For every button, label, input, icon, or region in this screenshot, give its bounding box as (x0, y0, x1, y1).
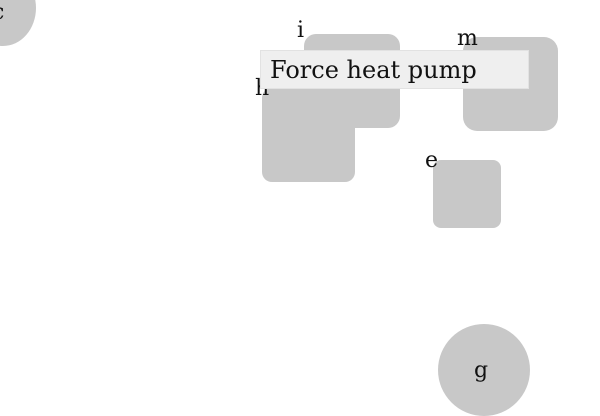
node-e[interactable] (433, 160, 501, 228)
node-m-label: m (457, 26, 478, 51)
node-c-label: c (0, 2, 4, 24)
node-g-label: g (474, 358, 489, 383)
tooltip: Force heat pump (260, 50, 529, 89)
node-i-label: i (297, 18, 305, 43)
node-h[interactable] (262, 88, 355, 182)
node-c[interactable] (0, 0, 36, 46)
node-e-label: e (425, 148, 439, 173)
